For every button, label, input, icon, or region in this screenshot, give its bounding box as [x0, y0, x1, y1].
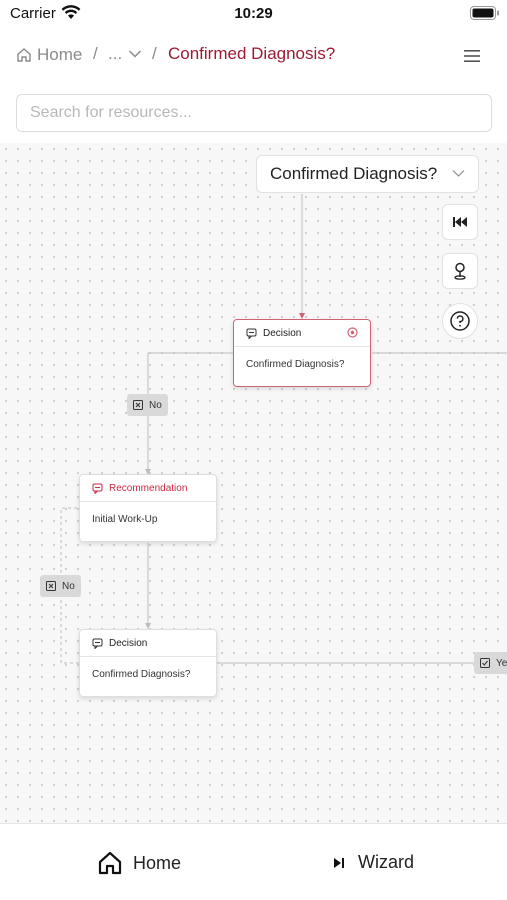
- chevron-down-icon: [129, 50, 142, 58]
- decision-icon: [92, 638, 103, 649]
- check-box-icon: [480, 658, 490, 668]
- node-selector-label: Confirmed Diagnosis?: [270, 164, 438, 183]
- breadcrumb-separator: /: [152, 44, 157, 63]
- skip-forward-icon: [334, 857, 344, 868]
- breadcrumb-separator: /: [93, 44, 98, 63]
- locate-button[interactable]: [442, 253, 478, 289]
- breadcrumb-home[interactable]: Home: [16, 44, 82, 66]
- breadcrumb-current: Confirmed Diagnosis?: [168, 44, 336, 63]
- nav-home-button[interactable]: Home: [97, 850, 181, 876]
- search-box: [16, 94, 492, 132]
- breadcrumb: Home / ... / Confirmed Diagnosis?: [0, 36, 507, 76]
- edge-label-text: Ye: [496, 657, 507, 669]
- decision-icon: [246, 328, 257, 339]
- map-pin-icon: [454, 262, 466, 280]
- nav-wizard-button[interactable]: Wizard: [332, 852, 414, 873]
- node-header: Decision: [80, 630, 216, 657]
- edge-label-text: No: [149, 399, 162, 411]
- restart-button[interactable]: [442, 204, 478, 240]
- nav-home-label: Home: [133, 852, 182, 873]
- location-marker-icon: [347, 327, 358, 338]
- help-icon: [450, 311, 470, 331]
- x-box-icon: [46, 581, 56, 591]
- home-icon: [98, 851, 122, 875]
- chevron-down-icon: [452, 170, 465, 177]
- recommendation-node[interactable]: Recommendation Initial Work-Up: [79, 474, 217, 542]
- status-time: 10:29: [234, 5, 273, 22]
- recommendation-icon: [92, 483, 103, 494]
- nav-wizard-label: Wizard: [358, 852, 415, 872]
- node-type: Decision: [109, 637, 148, 649]
- skip-back-icon: [453, 217, 467, 227]
- home-icon: [17, 48, 31, 62]
- node-header: Recommendation: [80, 475, 216, 502]
- battery-icon: [470, 6, 499, 20]
- breadcrumb-collapsed-label: ...: [108, 44, 123, 63]
- flow-edges: [60, 194, 507, 664]
- edge-label-no: No: [40, 575, 81, 597]
- bottom-nav: Home Wizard: [0, 823, 507, 900]
- flow-canvas[interactable]: Confirmed Diagnosis? Decision Confirmed …: [0, 143, 507, 823]
- breadcrumb-home-label: Home: [37, 45, 83, 64]
- search-input[interactable]: [17, 95, 491, 131]
- edge-label-no: No: [127, 394, 168, 416]
- decision-node[interactable]: Decision Confirmed Diagnosis?: [79, 629, 217, 697]
- x-box-icon: [133, 400, 143, 410]
- status-bar: Carrier 10:29: [0, 0, 507, 30]
- node-type: Decision: [263, 327, 302, 339]
- help-button[interactable]: [442, 303, 478, 339]
- edge-label-yes: Ye: [474, 652, 507, 674]
- node-type: Recommendation: [109, 482, 188, 494]
- node-text: Initial Work-Up: [92, 514, 158, 525]
- node-selector[interactable]: Confirmed Diagnosis?: [256, 155, 479, 193]
- edge-label-text: No: [62, 580, 75, 592]
- decision-node[interactable]: Decision Confirmed Diagnosis?: [233, 319, 371, 387]
- breadcrumb-collapsed-menu[interactable]: ...: [108, 44, 142, 64]
- node-text: Confirmed Diagnosis?: [92, 669, 191, 680]
- menu-icon[interactable]: [463, 48, 481, 64]
- node-text: Confirmed Diagnosis?: [246, 359, 345, 370]
